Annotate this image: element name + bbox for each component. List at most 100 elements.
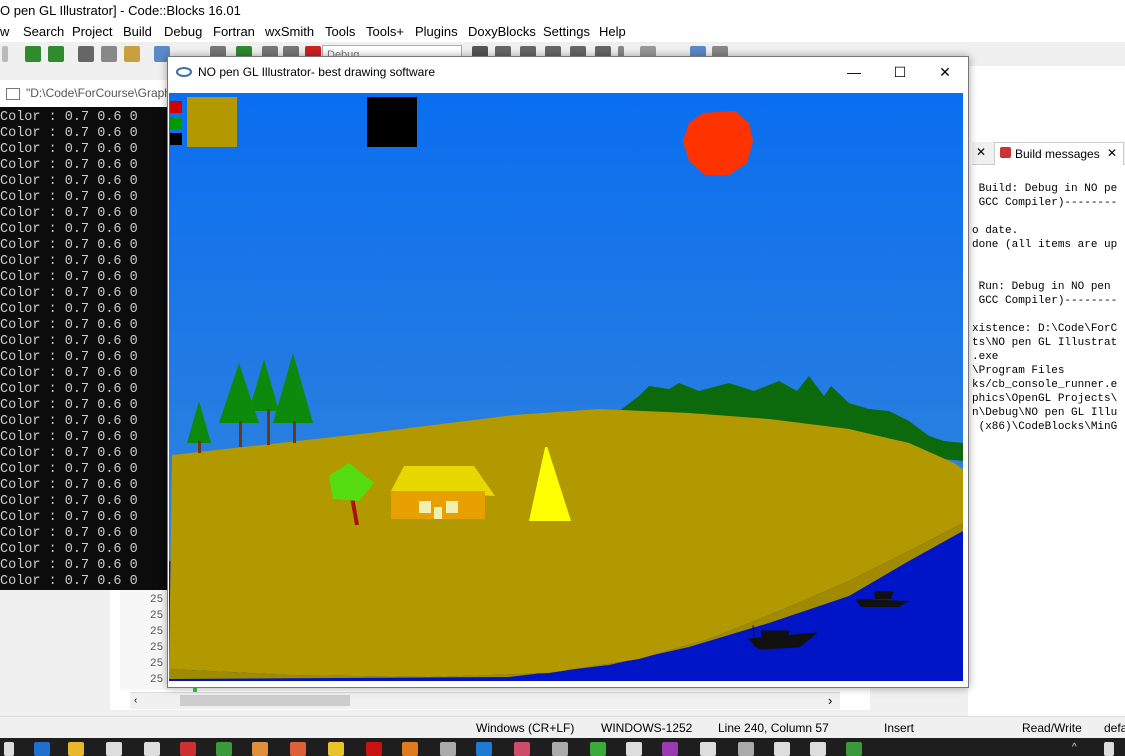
close-icon[interactable]: ✕ xyxy=(1107,146,1117,160)
app-icon[interactable] xyxy=(514,742,530,756)
menu-wxsmith[interactable]: wxSmith xyxy=(265,24,314,39)
console-line: Color : 0.7 0.6 0 xyxy=(0,190,138,205)
console-window[interactable]: "D:\Code\ForCourse\Graph Color : 0.7 0.6… xyxy=(0,80,168,590)
calculator-icon[interactable] xyxy=(626,742,642,756)
console-line: Color : 0.7 0.6 0 xyxy=(0,478,138,493)
status-mode: Insert xyxy=(884,721,915,735)
app-icon[interactable] xyxy=(252,742,268,756)
build-log-line: xistence: D:\Code\ForC xyxy=(972,323,1118,335)
console-line: Color : 0.7 0.6 0 xyxy=(0,270,138,285)
tab-build-messages[interactable]: Build messages ✕ xyxy=(994,142,1124,165)
app-icon[interactable] xyxy=(738,742,754,756)
menu-doxyblocks[interactable]: DoxyBlocks xyxy=(468,24,536,39)
app-icon[interactable] xyxy=(216,742,232,756)
app-icon[interactable] xyxy=(180,742,196,756)
palette-green-swatch[interactable] xyxy=(170,117,182,129)
scroll-left-icon[interactable]: ‹ xyxy=(134,695,137,706)
build-messages-icon xyxy=(1000,147,1011,158)
redo-icon[interactable] xyxy=(48,46,64,62)
build-log-line xyxy=(972,266,1117,280)
console-output: Color : 0.7 0.6 0 Color : 0.7 0.6 0 Color … xyxy=(0,110,138,590)
file-explorer-icon[interactable] xyxy=(68,742,84,756)
build-log-line: (x86)\CodeBlocks\MinG xyxy=(972,421,1118,433)
build-log-line: done (all items are up xyxy=(972,239,1118,251)
chevron-up-icon[interactable]: ^ xyxy=(1072,742,1088,756)
menu-fortran[interactable]: Fortran xyxy=(213,24,255,39)
undo-icon[interactable] xyxy=(25,46,41,62)
console-line: Color : 0.7 0.6 0 xyxy=(0,558,138,573)
cut-icon[interactable] xyxy=(78,46,94,62)
status-position: Line 240, Column 57 xyxy=(718,721,829,735)
codeblocks-icon[interactable] xyxy=(590,742,606,756)
menu-search[interactable]: Search xyxy=(23,24,64,39)
build-log-line: o date. xyxy=(972,225,1019,237)
selected-color-swatch[interactable] xyxy=(187,97,237,147)
app-icon[interactable] xyxy=(662,742,678,756)
scroll-thumb[interactable] xyxy=(180,695,350,706)
console-line: Color : 0.7 0.6 0 xyxy=(0,206,138,221)
menu-view[interactable]: w xyxy=(0,24,9,39)
console-line: Color : 0.7 0.6 0 xyxy=(0,254,138,269)
menu-tools-plus[interactable]: Tools+ xyxy=(366,24,404,39)
gl-window[interactable]: NO pen GL Illustrator- best drawing soft… xyxy=(167,56,969,688)
menu-build[interactable]: Build xyxy=(123,24,152,39)
console-line: Color : 0.7 0.6 0 xyxy=(0,350,138,365)
menu-plugins[interactable]: Plugins xyxy=(415,24,458,39)
tree-trunk xyxy=(198,441,201,453)
build-log-line: n\Debug\NO pen GL Illu xyxy=(972,407,1118,419)
app-icon[interactable] xyxy=(402,742,418,756)
palette-black-swatch[interactable] xyxy=(170,133,182,145)
console-line: Color : 0.7 0.6 0 xyxy=(0,142,138,157)
palette-red-swatch[interactable] xyxy=(170,101,182,113)
console-line: Color : 0.7 0.6 0 xyxy=(0,302,138,317)
scroll-right-icon[interactable]: › xyxy=(828,693,832,708)
menu-tools[interactable]: Tools xyxy=(325,24,355,39)
paste-icon[interactable] xyxy=(124,46,140,62)
status-encoding: WINDOWS-1252 xyxy=(601,721,693,735)
menu-debug[interactable]: Debug xyxy=(164,24,202,39)
menu-help[interactable]: Help xyxy=(599,24,626,39)
app-icon[interactable] xyxy=(440,742,456,756)
console-line: Color : 0.7 0.6 0 xyxy=(0,542,138,557)
close-icon[interactable]: ✕ xyxy=(976,145,986,159)
app-icon[interactable] xyxy=(552,742,568,756)
minimize-button[interactable]: — xyxy=(831,57,877,87)
edge-icon[interactable] xyxy=(34,742,50,756)
opera-icon[interactable] xyxy=(366,742,382,756)
hut-window xyxy=(419,501,431,513)
app-icon[interactable] xyxy=(290,742,306,756)
app-icon[interactable] xyxy=(810,742,826,756)
gl-app-icon[interactable] xyxy=(846,742,862,756)
toolbar-grip-icon xyxy=(2,46,8,62)
copy-icon[interactable] xyxy=(101,46,117,62)
app-icon[interactable] xyxy=(774,742,790,756)
menu-settings[interactable]: Settings xyxy=(543,24,590,39)
tree-trunk xyxy=(293,421,296,443)
black-square-shape[interactable] xyxy=(367,97,417,147)
close-button[interactable]: ✕ xyxy=(922,57,968,87)
build-log-line xyxy=(972,252,1117,266)
logs-tab-bar: ✕ Build messages ✕ xyxy=(972,142,1125,165)
console-app-icon xyxy=(6,88,20,100)
console-line: Color : 0.7 0.6 0 xyxy=(0,158,138,173)
store-icon[interactable] xyxy=(106,742,122,756)
console-line: Color : 0.7 0.6 0 xyxy=(0,334,138,349)
notification-icon[interactable] xyxy=(1104,742,1114,756)
menu-project[interactable]: Project xyxy=(72,24,112,39)
windows-start-icon[interactable] xyxy=(4,742,14,756)
horizontal-scrollbar[interactable]: ‹ › xyxy=(130,692,840,709)
maximize-button[interactable]: ☐ xyxy=(877,57,923,87)
ide-title-bar: O pen GL Illustrator] - Code::Blocks 16.… xyxy=(0,0,1125,22)
app-icon[interactable] xyxy=(700,742,716,756)
line-number: 25 xyxy=(150,626,164,638)
chrome-icon[interactable] xyxy=(328,742,344,756)
status-access: Read/Write xyxy=(1022,721,1082,735)
tree-trunk xyxy=(267,409,270,445)
build-log-line: GCC Compiler)-------- xyxy=(972,197,1118,209)
mail-icon[interactable] xyxy=(144,742,160,756)
vscode-icon[interactable] xyxy=(476,742,492,756)
gl-title-bar: NO pen GL Illustrator- best drawing soft… xyxy=(168,57,968,89)
console-line: Color : 0.7 0.6 0 xyxy=(0,286,138,301)
gl-canvas[interactable] xyxy=(169,91,965,687)
ide-title: O pen GL Illustrator] - Code::Blocks 16.… xyxy=(0,3,241,18)
